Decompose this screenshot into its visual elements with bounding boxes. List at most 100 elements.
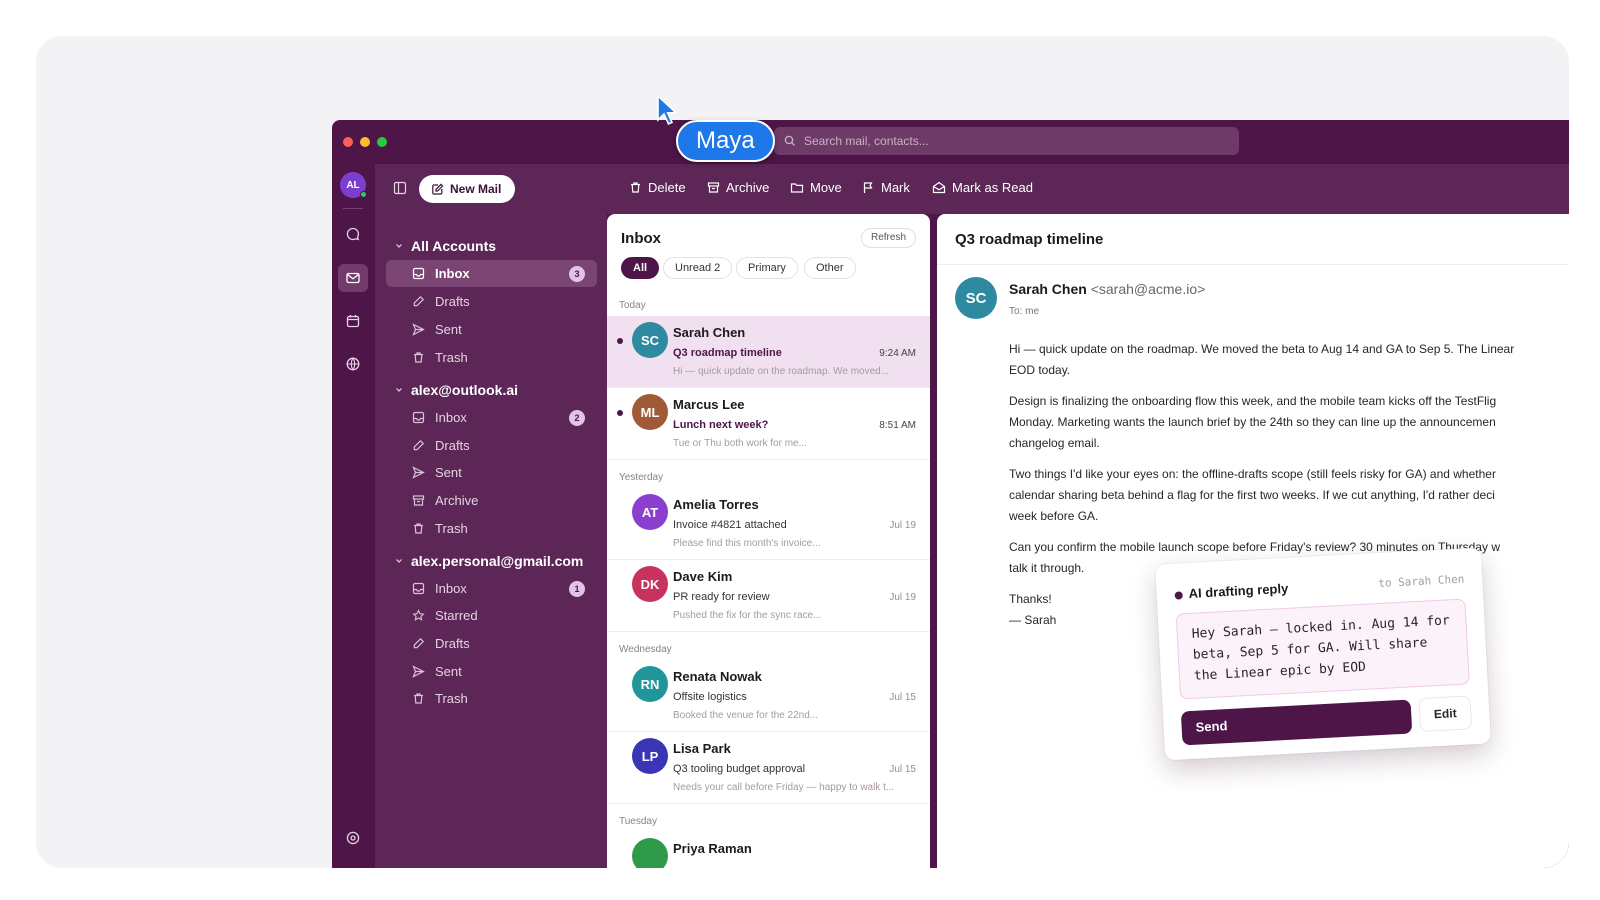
mark-label: Mark bbox=[881, 180, 910, 195]
folder-gmail-sent[interactable]: Sent bbox=[386, 658, 597, 685]
message-subject: PR ready for review bbox=[673, 591, 770, 603]
edit-button[interactable]: Edit bbox=[1418, 695, 1473, 733]
account-header-all[interactable]: All Accounts bbox=[395, 238, 496, 254]
sender-email: <sarah@acme.io> bbox=[1090, 281, 1206, 297]
message-time: 8:51 AM bbox=[879, 420, 916, 431]
sender-name: Priya Raman bbox=[673, 841, 752, 856]
mark-button[interactable]: Mark bbox=[862, 180, 910, 195]
message-preview: Booked the venue for the 22nd... bbox=[673, 710, 819, 721]
flag-icon bbox=[863, 182, 873, 193]
sender-avatar: SC bbox=[955, 277, 997, 319]
message-subject: Q3 tooling budget approval bbox=[673, 763, 806, 775]
message-row-dave[interactable]: DK Dave Kim PR ready for review Jul 19 P… bbox=[607, 560, 930, 632]
trash-icon bbox=[414, 523, 423, 534]
message-row-marcus[interactable]: ML Marcus Lee Lunch next week? 8:51 AM T… bbox=[607, 388, 930, 460]
sidebar-toggle-button[interactable] bbox=[393, 181, 407, 200]
drafts-icon bbox=[413, 637, 425, 649]
move-label: Move bbox=[810, 180, 842, 195]
rail-chat-button[interactable] bbox=[338, 220, 368, 248]
refresh-button[interactable]: Refresh bbox=[860, 228, 916, 248]
folder-outlook-drafts[interactable]: Drafts bbox=[386, 432, 597, 459]
drafts-icon bbox=[413, 439, 425, 451]
folder-all-sent[interactable]: Sent bbox=[386, 316, 597, 343]
globe-icon bbox=[346, 357, 360, 371]
sidebar-toggle-icon bbox=[393, 181, 407, 195]
collaborator-cursor-icon bbox=[657, 94, 678, 126]
filter-primary-chip[interactable]: Primary bbox=[736, 257, 798, 279]
archive-button[interactable]: Archive bbox=[707, 180, 769, 195]
folder-all-trash[interactable]: Trash bbox=[386, 344, 597, 371]
ai-draft-text[interactable]: Hey Sarah — locked in. Aug 14 for beta, … bbox=[1175, 598, 1470, 700]
send-icon bbox=[412, 323, 425, 336]
folder-outlook-archive[interactable]: Archive bbox=[386, 487, 597, 514]
account-header-gmail[interactable]: alex.personal@gmail.com bbox=[395, 553, 583, 569]
rail-calendar-button[interactable] bbox=[338, 307, 368, 335]
account-name: alex.personal@gmail.com bbox=[411, 553, 584, 569]
sender-avatar: ML bbox=[632, 394, 668, 430]
body-line: Monday. Marketing wants the launch brief… bbox=[1009, 415, 1496, 429]
folder-outlook-sent[interactable]: Sent bbox=[386, 459, 597, 486]
move-button[interactable]: Move bbox=[790, 180, 842, 195]
folder-gmail-trash[interactable]: Trash bbox=[386, 685, 597, 712]
message-row-lisa[interactable]: LP Lisa Park Q3 tooling budget approval … bbox=[607, 732, 930, 804]
folder-sidebar: All Accounts Inbox 3 Drafts Sent Trash a… bbox=[375, 214, 607, 868]
folder-outlook-trash[interactable]: Trash bbox=[386, 515, 597, 542]
maximize-window-button[interactable] bbox=[377, 137, 387, 147]
archive-icon bbox=[412, 495, 425, 506]
message-subject: Q3 roadmap timeline bbox=[673, 347, 782, 359]
account-name: All Accounts bbox=[411, 238, 497, 254]
account-avatar[interactable]: AL bbox=[340, 172, 367, 198]
rail-mail-button[interactable] bbox=[338, 264, 368, 292]
folder-all-inbox[interactable]: Inbox 3 bbox=[386, 260, 597, 287]
message-subject: Offsite logistics bbox=[673, 691, 747, 703]
sender-avatar: AT bbox=[632, 494, 668, 530]
folder-label: Archive bbox=[435, 493, 479, 508]
rail-globe-button[interactable] bbox=[338, 350, 368, 378]
filter-unread-chip[interactable]: Unread 2 bbox=[663, 257, 733, 279]
calendar-icon bbox=[346, 315, 360, 328]
search-input[interactable] bbox=[804, 134, 1224, 148]
inbox-icon bbox=[412, 411, 425, 424]
trash-icon bbox=[414, 352, 423, 363]
message-preview: Needs your call before Friday — happy to… bbox=[673, 782, 895, 793]
folder-all-drafts[interactable]: Drafts bbox=[386, 288, 597, 315]
message-time: Jul 19 bbox=[889, 520, 916, 531]
message-row-sarah[interactable]: SC Sarah Chen Q3 roadmap timeline 9:24 A… bbox=[607, 316, 930, 388]
folder-label: Sent bbox=[435, 664, 462, 679]
minimize-window-button[interactable] bbox=[360, 137, 370, 147]
folder-gmail-starred[interactable]: Starred bbox=[386, 602, 597, 629]
email-from: Sarah Chen <sarah@acme.io> bbox=[1009, 281, 1205, 297]
mail-icon bbox=[346, 272, 360, 284]
folder-gmail-drafts[interactable]: Drafts bbox=[386, 630, 597, 657]
new-mail-button[interactable]: New Mail bbox=[419, 175, 516, 203]
email-subject: Q3 roadmap timeline bbox=[955, 231, 1104, 248]
delete-button[interactable]: Delete bbox=[629, 180, 686, 195]
message-list: Inbox Refresh All Unread 2 Primary Other… bbox=[607, 214, 930, 868]
group-label-tuesday: Tuesday bbox=[619, 816, 657, 827]
filter-all-chip[interactable]: All bbox=[621, 257, 660, 279]
send-button[interactable]: Send bbox=[1180, 699, 1413, 746]
list-title: Inbox bbox=[621, 230, 661, 247]
body-line: Two things I'd like your eyes on: the of… bbox=[1009, 467, 1496, 481]
message-preview: Please find this month's invoice... bbox=[673, 538, 821, 549]
mark-as-read-button[interactable]: Mark as Read bbox=[932, 180, 1033, 195]
folder-gmail-inbox[interactable]: Inbox 1 bbox=[386, 575, 597, 602]
message-time: Jul 15 bbox=[889, 692, 916, 703]
body-line: Design is finalizing the onboarding flow… bbox=[1009, 394, 1497, 408]
folder-outlook-inbox[interactable]: Inbox 2 bbox=[386, 404, 597, 431]
filter-other-chip[interactable]: Other bbox=[804, 257, 856, 279]
account-header-outlook[interactable]: alex@outlook.ai bbox=[395, 382, 518, 398]
folder-label: Trash bbox=[435, 521, 468, 536]
body-line: Hi — quick update on the roadmap. We mov… bbox=[1009, 342, 1515, 356]
search-box[interactable] bbox=[774, 127, 1239, 155]
inbox-icon bbox=[412, 267, 425, 280]
message-row-priya[interactable]: Priya Raman bbox=[607, 832, 930, 868]
sender-avatar bbox=[632, 838, 668, 868]
close-window-button[interactable] bbox=[343, 137, 353, 147]
folder-label: Drafts bbox=[435, 294, 470, 309]
rail-settings-button[interactable] bbox=[338, 824, 368, 852]
message-row-amelia[interactable]: AT Amelia Torres Invoice #4821 attached … bbox=[607, 488, 930, 560]
title-bar bbox=[332, 120, 1569, 164]
message-preview: Pushed the fix for the sync race... bbox=[673, 610, 822, 621]
message-row-renata[interactable]: RN Renata Nowak Offsite logistics Jul 15… bbox=[607, 660, 930, 732]
